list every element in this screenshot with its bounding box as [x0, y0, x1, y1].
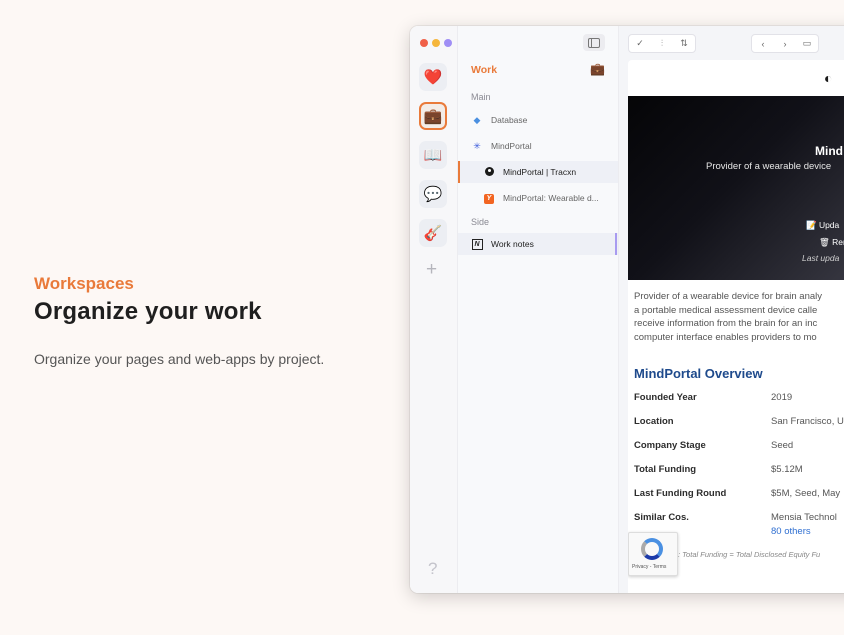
forward-arrow-icon[interactable]: › — [774, 39, 796, 49]
last-updated-text: Last upda — [802, 253, 840, 263]
help-button[interactable]: ? — [428, 559, 437, 579]
overview-value: $5.12M — [771, 464, 803, 475]
sidebar-item-label: MindPortal — [491, 141, 532, 151]
asterisk-icon: ✳ — [473, 140, 481, 151]
hero-subtitle: Provider of a wearable device — [706, 161, 832, 172]
overview-value: Mensia Technol — [771, 512, 837, 523]
sidebar-item-label: MindPortal | Tracxn — [503, 167, 577, 177]
recaptcha-text: Privacy - Terms — [632, 564, 667, 570]
overview-row: Founded Year 2019 — [634, 392, 844, 403]
toolbar: ✓ ⫶ ⇅ ‹ › ▭ — [619, 26, 844, 60]
overview-key: Similar Cos. — [634, 512, 689, 523]
description-line: computer interface enables providers to … — [634, 331, 817, 343]
toolbar-tools: ✓ ⫶ ⇅ — [628, 34, 696, 53]
company-description: Provider of a wearable device for brain … — [634, 290, 844, 344]
sidebar-item-mindportal[interactable]: ✳ MindPortal — [458, 135, 618, 157]
similar-companies-link[interactable]: 80 others — [771, 526, 811, 537]
footnote: : Total Funding = Total Disclosed Equity… — [678, 550, 821, 559]
sidebar: Work 💼 Main ◆ Database ✳ MindPortal Mind… — [458, 26, 619, 593]
app-window: ❤️ 💼 📖 💬 🎸 + ? Work 💼 Main ◆ Database ✳ … — [410, 26, 844, 593]
workspace-chat-button[interactable]: 💬 — [419, 180, 447, 208]
heart-icon: ❤️ — [423, 69, 443, 86]
section-main-label: Main — [471, 92, 491, 102]
overview-value: 2019 — [771, 392, 793, 403]
sidebar-item-label: Database — [491, 115, 528, 125]
book-icon: 📖 — [423, 147, 443, 164]
overview-key: Founded Year — [634, 392, 697, 403]
overview-key: Last Funding Round — [634, 488, 727, 499]
checkmark-icon[interactable]: ✓ — [629, 38, 651, 49]
overview-value: San Francisco, U — [771, 416, 844, 427]
sidebar-item-label: MindPortal: Wearable d... — [503, 193, 599, 203]
sidebar-item-label: Work notes — [491, 239, 534, 249]
section-eyebrow: Workspaces — [34, 274, 134, 293]
section-side-label: Side — [471, 217, 490, 227]
sidebar-item-mindportal-tracxn[interactable]: MindPortal | Tracxn — [458, 161, 618, 183]
overview-row: Similar Cos. Mensia Technol — [634, 512, 844, 523]
tracxn-logo-icon: ◐ — [824, 70, 833, 86]
overview-heading: MindPortal Overview — [634, 366, 763, 381]
workspace-heart-button[interactable]: ❤️ — [419, 63, 447, 91]
sidebar-item-work-notes[interactable]: N Work notes — [458, 233, 618, 255]
window-icon[interactable]: ▭ — [796, 38, 818, 49]
hero-title: Mind — [815, 144, 843, 158]
overview-value: $5M, Seed, May — [771, 488, 841, 499]
back-arrow-icon[interactable]: ‹ — [752, 39, 774, 49]
workspace-work-button[interactable]: 💼 — [419, 102, 447, 130]
recaptcha-icon — [641, 538, 663, 560]
y-combinator-icon: Y — [482, 192, 496, 204]
page-subtitle: Organize your pages and web-apps by proj… — [34, 351, 325, 367]
overview-row: Location San Francisco, U — [634, 416, 844, 427]
overview-key: Total Funding — [634, 464, 697, 475]
tracxn-icon — [482, 166, 496, 178]
description-line: a portable medical assessment device cal… — [634, 304, 818, 316]
zoom-window-button[interactable] — [444, 39, 452, 47]
overview-key: Location — [634, 416, 674, 427]
sidebar-icon — [588, 37, 600, 48]
sidebar-toggle-button[interactable] — [583, 34, 605, 51]
workspace-rail: ❤️ 💼 📖 💬 🎸 + ? — [410, 26, 458, 593]
page-header: ◐ — [628, 60, 844, 96]
description-line: receive information from the brain for a… — [634, 318, 818, 329]
overview-row: Company Stage Seed — [634, 440, 844, 451]
update-link[interactable]: 📝 Upda — [806, 220, 839, 231]
description-line: Provider of a wearable device for brain … — [634, 291, 822, 302]
notion-icon: N — [470, 238, 484, 250]
hero-banner: Mind Provider of a wearable device 📝 Upd… — [628, 96, 844, 280]
active-indicator — [615, 233, 617, 255]
chat-bubble-icon: 💬 — [423, 186, 443, 203]
add-workspace-button[interactable]: + — [426, 259, 437, 281]
workspace-book-button[interactable]: 📖 — [419, 141, 447, 169]
sort-icon[interactable]: ⇅ — [673, 38, 695, 49]
briefcase-icon: 💼 — [423, 108, 443, 125]
web-page: ◐ Mind Provider of a wearable device 📝 U… — [628, 60, 844, 593]
main-content: ✓ ⫶ ⇅ ‹ › ▭ ◐ Mind Provider of a wearabl… — [619, 26, 844, 593]
close-window-button[interactable] — [420, 39, 428, 47]
briefcase-icon: 💼 — [590, 62, 605, 76]
recaptcha-badge[interactable]: Privacy - Terms — [628, 532, 678, 576]
sidebar-item-database[interactable]: ◆ Database — [458, 109, 618, 131]
workspace-guitar-button[interactable]: 🎸 — [419, 219, 447, 247]
overview-row: Last Funding Round $5M, Seed, May — [634, 488, 844, 499]
navigation-controls: ‹ › ▭ — [751, 34, 819, 53]
workspace-title: Work — [471, 64, 498, 76]
guitar-icon: 🎸 — [423, 225, 443, 242]
database-icon: ◆ — [473, 114, 481, 125]
window-controls — [420, 39, 452, 47]
sliders-icon[interactable]: ⫶ — [651, 38, 673, 49]
remove-link[interactable]: 🗑 Ren — [819, 237, 844, 248]
sidebar-item-mindportal-wearable[interactable]: Y MindPortal: Wearable d... — [458, 187, 618, 209]
overview-row: Total Funding $5.12M — [634, 464, 844, 475]
overview-key: Company Stage — [634, 440, 706, 451]
page-title: Organize your work — [34, 298, 262, 325]
minimize-window-button[interactable] — [432, 39, 440, 47]
overview-value: Seed — [771, 440, 794, 451]
